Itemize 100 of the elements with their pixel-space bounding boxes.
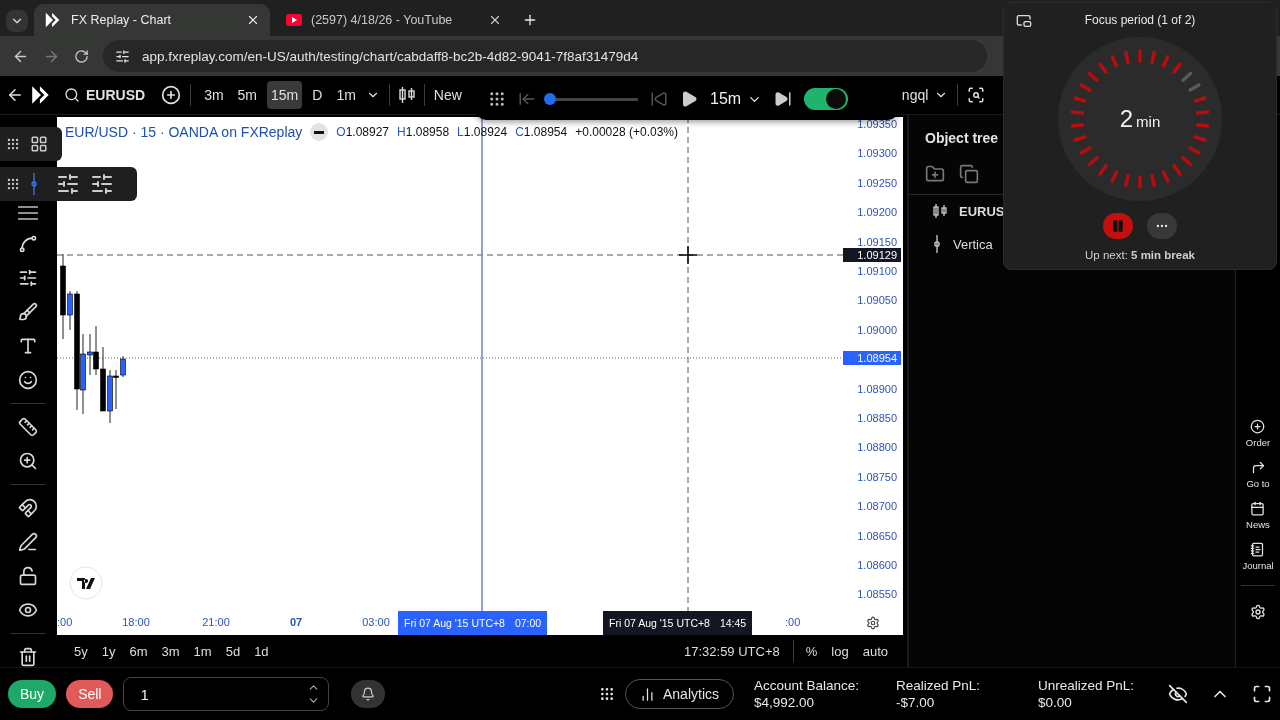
stat-label: Unrealized PnL: xyxy=(1038,678,1136,693)
price-tick: 1.09300 xyxy=(857,147,897,160)
symbol-search[interactable]: EURUSD xyxy=(86,87,146,103)
time-tick: 07 xyxy=(289,616,303,628)
address-field[interactable]: app.fxreplay.com/en-US/auth/testing/chart/cabdaff8-bc2b-4d82-9041-7f8af31479d4 xyxy=(103,40,987,72)
minus-icon xyxy=(314,130,325,134)
layout-add-icon[interactable] xyxy=(30,135,48,153)
rail-button[interactable]: News xyxy=(1246,501,1270,530)
crosshair-price-label: 1.09129 xyxy=(843,248,901,262)
magnet-icon[interactable] xyxy=(17,498,38,518)
last-price-label: 1.08954 xyxy=(843,351,901,365)
rail-button[interactable]: Go to xyxy=(1246,460,1270,489)
quantity-field[interactable]: 1 xyxy=(123,677,330,711)
price-tick: 1.09100 xyxy=(857,265,897,277)
range-button[interactable]: 5y xyxy=(69,641,93,661)
reload-icon[interactable] xyxy=(74,48,89,64)
price-change: +0.00028 (+0.03%) xyxy=(575,125,678,139)
price-tick: 1.08900 xyxy=(857,382,897,395)
stat-label: Realized PnL: xyxy=(896,678,982,693)
picture-in-picture-icon xyxy=(1016,13,1032,29)
collapse-button[interactable] xyxy=(310,123,329,141)
site-settings-icon[interactable] xyxy=(115,48,130,64)
vertical-line-icon[interactable] xyxy=(30,173,38,195)
ohlc-value: H1.08958 xyxy=(397,125,450,139)
search-icon[interactable] xyxy=(967,86,986,104)
hide-icon[interactable] xyxy=(1168,684,1188,704)
layout-name[interactable]: ngql xyxy=(901,87,929,103)
grid-menu-icon[interactable] xyxy=(598,686,615,702)
settings-icon[interactable] xyxy=(866,616,880,630)
time-tick: :00 xyxy=(57,616,73,628)
pattern-icon[interactable] xyxy=(17,234,38,254)
speed-dropdown[interactable]: 15m xyxy=(710,90,763,108)
ohlc-value: O1.08927 xyxy=(336,125,390,139)
pause-button[interactable] xyxy=(1103,213,1133,239)
stat-value: $4,992.00 xyxy=(754,695,816,710)
timer-unit: min xyxy=(1136,113,1161,130)
candlestick-icon[interactable] xyxy=(398,86,415,104)
scale-button[interactable]: auto xyxy=(857,641,893,661)
ohlc-value: L1.08924 xyxy=(457,125,508,139)
range-button[interactable]: 1m xyxy=(188,641,217,661)
alert-button[interactable] xyxy=(351,680,386,708)
eye-icon[interactable] xyxy=(17,600,38,620)
interval-button[interactable]: 15m xyxy=(267,81,303,109)
brush-icon[interactable] xyxy=(17,302,38,322)
back-icon[interactable] xyxy=(6,86,24,104)
replay-time-label: Fri 07 Aug '15 UTC+8 07:00 xyxy=(398,611,548,635)
bell-icon xyxy=(361,687,376,701)
drag-handle-icon[interactable] xyxy=(6,177,20,191)
price-tick: 1.09000 xyxy=(857,323,897,336)
browser-tab[interactable]: (2597) 4/18/26 - YouTube xyxy=(276,4,512,36)
drag-handle-icon[interactable] xyxy=(488,90,506,108)
browser-tab[interactable]: FX Replay - Chart xyxy=(34,4,270,36)
scale-button[interactable]: % xyxy=(800,641,823,661)
ruler-icon[interactable] xyxy=(17,417,38,437)
interval-button[interactable]: 5m xyxy=(233,81,262,109)
tree-item[interactable]: EURUS xyxy=(909,195,1005,227)
tree-item[interactable]: Vertica xyxy=(909,227,993,261)
play-icon[interactable] xyxy=(680,90,698,108)
fullscreen-icon[interactable] xyxy=(1252,684,1272,704)
replay-toggle[interactable] xyxy=(804,88,849,110)
close-icon[interactable] xyxy=(488,13,502,27)
jump-start-icon[interactable] xyxy=(518,90,536,108)
interval-button[interactable]: 3m xyxy=(200,81,228,109)
search-icon[interactable] xyxy=(64,87,80,103)
price-tick: 1.08650 xyxy=(857,529,897,542)
range-button[interactable]: 3m xyxy=(156,641,185,661)
interval-button[interactable]: D xyxy=(308,81,327,109)
interval-button[interactable]: 1m xyxy=(332,81,360,109)
range-button[interactable]: 1y xyxy=(96,641,121,661)
compare-icon[interactable] xyxy=(161,85,182,105)
time-tick: :00 xyxy=(785,616,801,628)
rail-button[interactable]: Order xyxy=(1245,419,1271,448)
step-back-icon[interactable] xyxy=(650,90,668,108)
pencil-icon[interactable] xyxy=(17,532,38,552)
plus-icon[interactable] xyxy=(522,12,538,28)
stat-value: -$7.00 xyxy=(896,695,936,710)
clock-text: 17:32:59 UTC+8 xyxy=(684,643,780,659)
range-button[interactable]: 1d xyxy=(249,641,274,661)
step-forward-icon[interactable] xyxy=(774,90,793,108)
bar-chart-icon xyxy=(639,686,655,702)
sell-button[interactable]: Sell xyxy=(66,680,114,708)
smiley-icon[interactable] xyxy=(17,370,38,390)
rail-button[interactable]: Journal xyxy=(1242,542,1274,571)
zoom-in-icon[interactable] xyxy=(17,451,38,471)
scale-button[interactable]: log xyxy=(826,641,854,661)
lock-icon[interactable] xyxy=(17,566,38,586)
close-icon[interactable] xyxy=(246,13,260,27)
tab-menu-button[interactable] xyxy=(6,10,28,32)
sliders-icon[interactable] xyxy=(17,268,38,288)
price-tick: 1.08800 xyxy=(857,441,897,454)
range-button[interactable]: 6m xyxy=(124,641,153,661)
new-folder-icon[interactable] xyxy=(925,164,945,184)
notebook-icon xyxy=(1250,542,1266,557)
slider-thumb[interactable] xyxy=(543,93,556,105)
trash-icon[interactable] xyxy=(17,647,38,667)
new-label[interactable]: New xyxy=(433,87,462,103)
horizontal-lines-icon[interactable] xyxy=(16,206,39,220)
copy-icon[interactable] xyxy=(959,164,979,184)
drag-handle-icon[interactable] xyxy=(6,137,20,151)
range-button[interactable]: 5d xyxy=(220,641,246,661)
